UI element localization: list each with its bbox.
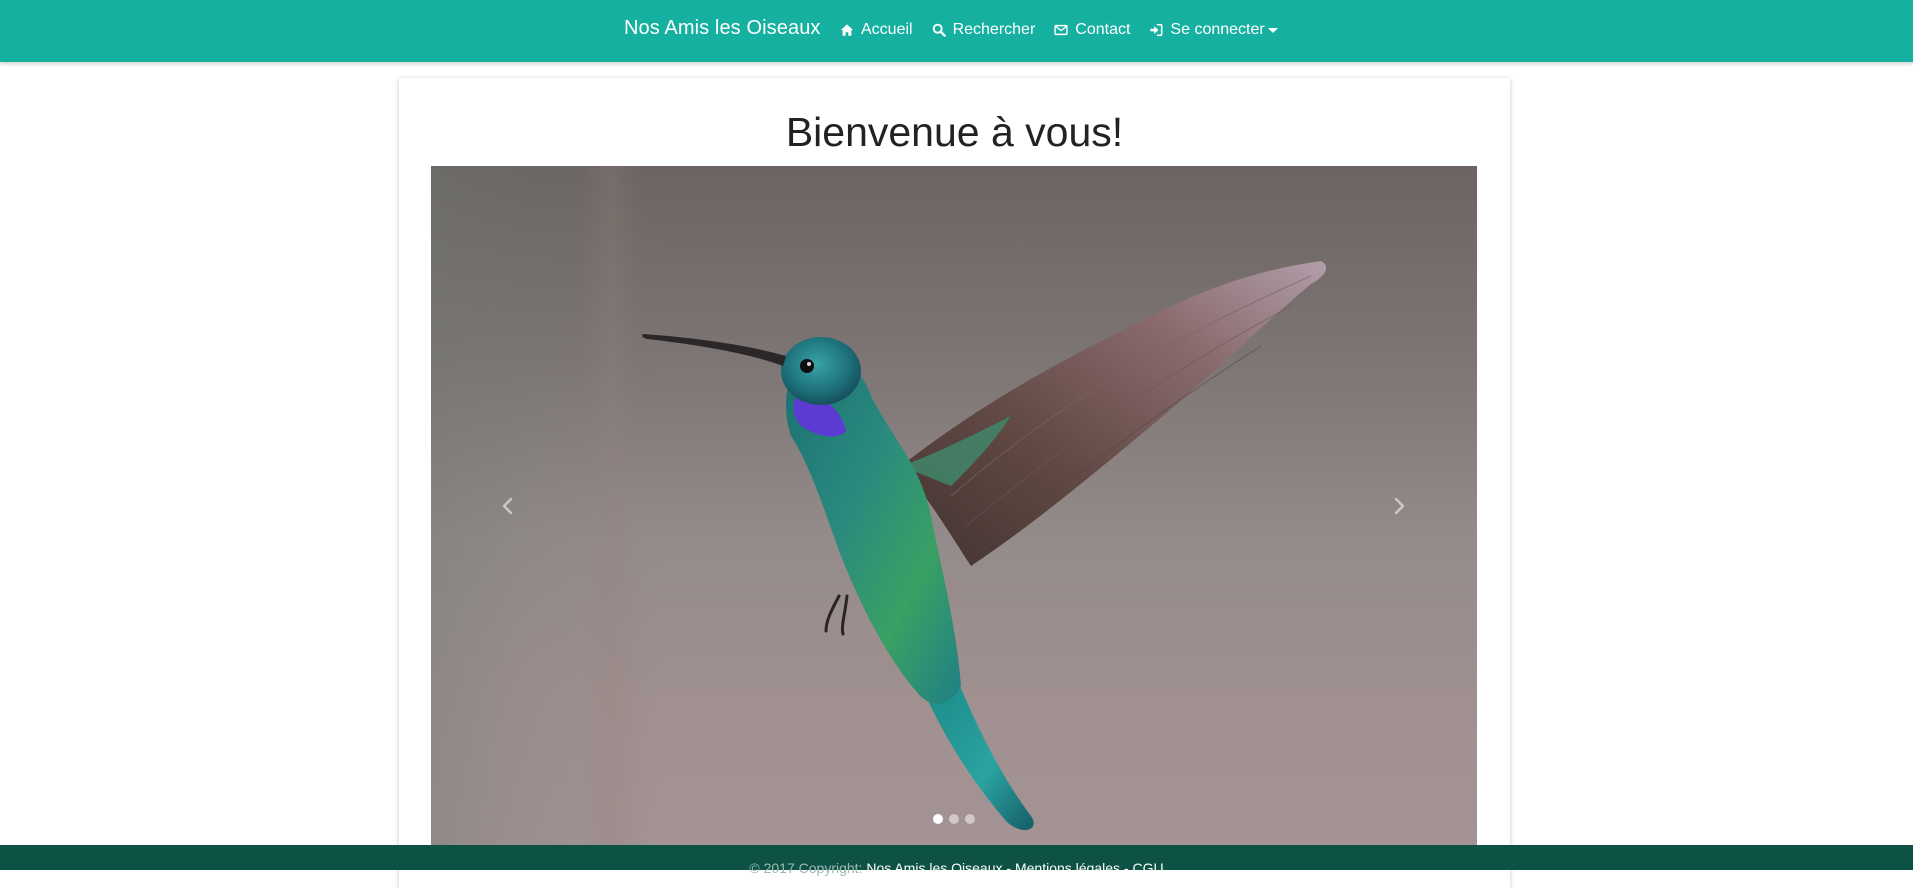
- nav-item-label: Rechercher: [952, 21, 1036, 38]
- nav-item-label: Accueil: [861, 21, 913, 38]
- carousel-prev-button[interactable]: [488, 486, 528, 526]
- footer-separator: -: [1123, 860, 1129, 876]
- footer-site-link[interactable]: Nos Amis les Oiseaux: [866, 860, 1002, 876]
- carousel-indicator-3[interactable]: [965, 814, 975, 824]
- chevron-right-icon: [1391, 496, 1407, 516]
- footer-text: © 2017 Copyright: Nos Amis les Oiseaux -…: [0, 860, 1913, 876]
- chevron-left-icon: [500, 496, 516, 516]
- brand-link[interactable]: Nos Amis les Oiseaux: [624, 17, 821, 40]
- nav-item-label: Contact: [1075, 21, 1131, 38]
- copyright-text: © 2017 Copyright:: [749, 860, 863, 876]
- chevron-down-icon: [1267, 28, 1278, 33]
- home-icon: [840, 23, 854, 37]
- footer-legal-link[interactable]: Mentions légales: [1015, 860, 1120, 876]
- sign-in-icon: [1149, 23, 1163, 37]
- carousel-next-button[interactable]: [1379, 486, 1419, 526]
- nav-item-se-connecter[interactable]: Se connecter: [1149, 21, 1278, 39]
- image-carousel: [431, 166, 1477, 846]
- carousel-indicator-2[interactable]: [949, 814, 959, 824]
- footer-separator: -: [1006, 860, 1012, 876]
- search-icon: [932, 23, 946, 37]
- nav-item-accueil[interactable]: Accueil: [840, 21, 913, 39]
- page-footer: © 2017 Copyright: Nos Amis les Oiseaux -…: [0, 845, 1913, 876]
- main-card: Bienvenue à vous!: [399, 78, 1510, 888]
- top-navbar: Nos Amis les Oiseaux Accueil Rechercher …: [0, 0, 1913, 62]
- nav-item-contact[interactable]: Contact: [1054, 21, 1130, 39]
- envelope-icon: [1054, 23, 1068, 37]
- nav-item-label: Se connecter: [1170, 21, 1265, 38]
- page-title: Bienvenue à vous!: [785, 109, 1124, 155]
- nav-item-rechercher[interactable]: Rechercher: [932, 21, 1036, 39]
- hummingbird-image: [642, 261, 1327, 831]
- footer-cgu-link[interactable]: CGU: [1132, 860, 1163, 876]
- carousel-indicators: [431, 814, 1477, 824]
- nav-menu: Accueil Rechercher Contact Se connecter: [840, 19, 1297, 41]
- carousel-indicator-1[interactable]: [933, 814, 943, 824]
